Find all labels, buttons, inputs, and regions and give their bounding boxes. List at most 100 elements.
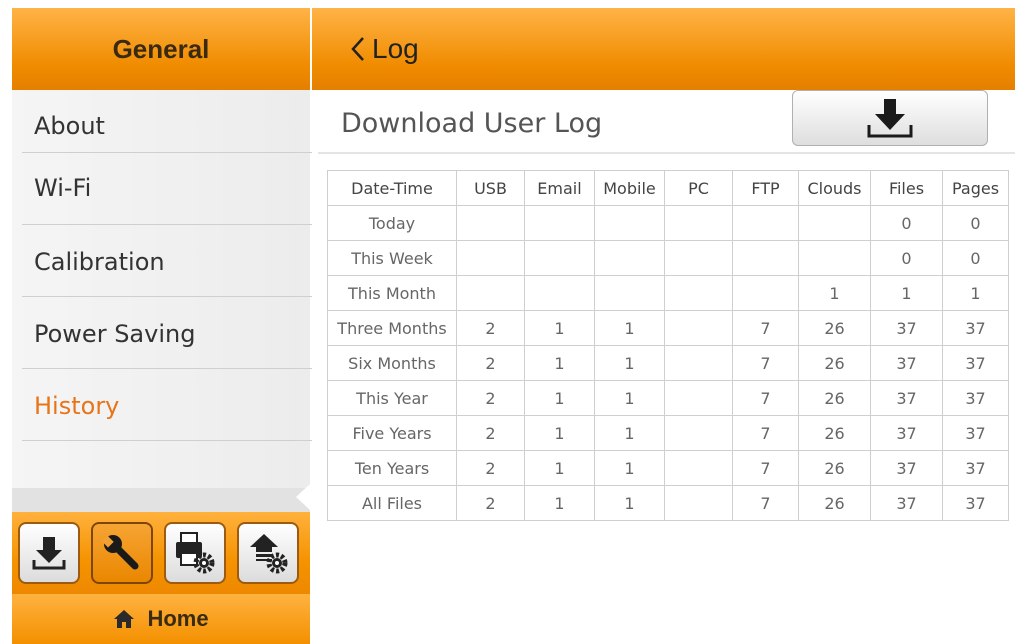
table-header-row: Date-Time USB Email Mobile PC FTP Clouds… xyxy=(327,170,1009,206)
table-row: This Year 2 1 1 7 26 37 37 xyxy=(327,380,1009,416)
count-cell: 37 xyxy=(870,310,943,346)
period-cell: All Files xyxy=(327,485,457,521)
wrench-icon xyxy=(101,535,139,570)
printer-settings-icon xyxy=(176,532,215,574)
count-cell: 26 xyxy=(798,310,871,346)
count-cell: 1 xyxy=(524,485,595,521)
general-header: General xyxy=(12,8,310,90)
count-cell: 26 xyxy=(798,380,871,416)
count-cell: 2 xyxy=(456,485,525,521)
period-cell: Today xyxy=(327,205,457,241)
download-log-button[interactable] xyxy=(792,90,988,146)
sidebar-item-power-saving[interactable]: Power Saving xyxy=(12,298,310,370)
count-cell: 2 xyxy=(456,450,525,486)
toolbar-tools-button[interactable] xyxy=(91,522,153,584)
period-cell: Six Months xyxy=(327,345,457,381)
column-header: USB xyxy=(456,170,525,206)
download-icon xyxy=(32,537,66,570)
count-cell: 7 xyxy=(732,310,799,346)
count-cell xyxy=(664,415,733,451)
back-button[interactable]: Log xyxy=(350,33,419,65)
table-row: Three Months 2 1 1 7 26 37 37 xyxy=(327,310,1009,346)
count-cell xyxy=(732,275,799,311)
count-cell: 1 xyxy=(798,275,871,311)
period-cell: This Week xyxy=(327,240,457,276)
count-cell xyxy=(664,205,733,241)
count-cell xyxy=(664,310,733,346)
count-cell: 7 xyxy=(732,345,799,381)
count-cell: 1 xyxy=(942,275,1009,311)
period-cell: Three Months xyxy=(327,310,457,346)
sidebar-item-calibration[interactable]: Calibration xyxy=(12,226,310,298)
count-cell xyxy=(664,485,733,521)
count-cell: 1 xyxy=(870,275,943,311)
column-header: PC xyxy=(664,170,733,206)
count-cell: 0 xyxy=(942,205,1009,241)
count-cell: 0 xyxy=(870,205,943,241)
chevron-left-icon xyxy=(351,37,364,61)
count-cell xyxy=(664,345,733,381)
count-cell xyxy=(732,240,799,276)
home-button[interactable]: Home xyxy=(12,594,310,644)
count-cell: 26 xyxy=(798,485,871,521)
sidebar-item-wifi[interactable]: Wi-Fi xyxy=(12,152,310,224)
table-row: Ten Years 2 1 1 7 26 37 37 xyxy=(327,450,1009,486)
column-header: Date-Time xyxy=(327,170,457,206)
section-title: Download User Log xyxy=(341,107,603,139)
sidebar-item-label: Power Saving xyxy=(34,320,196,348)
count-cell: 37 xyxy=(942,345,1009,381)
log-table-body: Today 0 0 This Week 0 0 This Month 1 1 1 Three Mon… xyxy=(327,205,1009,521)
count-cell: 0 xyxy=(942,240,1009,276)
table-row: Today 0 0 xyxy=(327,205,1009,241)
count-cell: 2 xyxy=(456,415,525,451)
count-cell: 1 xyxy=(594,380,665,416)
column-header: FTP xyxy=(732,170,799,206)
download-icon xyxy=(867,99,913,138)
count-cell: 1 xyxy=(524,415,595,451)
table-row: Six Months 2 1 1 7 26 37 37 xyxy=(327,345,1009,381)
count-cell xyxy=(456,275,525,311)
general-title: General xyxy=(112,33,210,64)
count-cell: 37 xyxy=(870,450,943,486)
count-cell: 1 xyxy=(524,450,595,486)
page-title: Log xyxy=(372,33,419,64)
count-cell: 37 xyxy=(942,450,1009,486)
sidebar-item-history[interactable]: History xyxy=(12,370,310,442)
period-cell: This Month xyxy=(327,275,457,311)
divider xyxy=(22,440,312,441)
sidebar-item-label: About xyxy=(34,112,105,140)
period-cell: Ten Years xyxy=(327,450,457,486)
count-cell xyxy=(456,205,525,241)
table-row: This Month 1 1 1 xyxy=(327,275,1009,311)
count-cell xyxy=(664,450,733,486)
sidebar-item-label: Calibration xyxy=(34,248,165,276)
toolbar-upload-settings-button[interactable] xyxy=(237,522,299,584)
column-header: Email xyxy=(524,170,595,206)
count-cell xyxy=(594,205,665,241)
toolbar-download-button[interactable] xyxy=(18,522,80,584)
upload-settings-icon xyxy=(250,534,288,574)
count-cell xyxy=(798,240,871,276)
sidebar-item-label: Wi-Fi xyxy=(34,174,92,202)
count-cell: 37 xyxy=(942,380,1009,416)
count-cell: 1 xyxy=(524,345,595,381)
period-cell: Five Years xyxy=(327,415,457,451)
count-cell xyxy=(664,275,733,311)
count-cell: 26 xyxy=(798,415,871,451)
count-cell: 37 xyxy=(870,485,943,521)
period-cell: This Year xyxy=(327,380,457,416)
count-cell: 26 xyxy=(798,450,871,486)
count-cell xyxy=(594,275,665,311)
toolbar-printer-settings-button[interactable] xyxy=(164,522,226,584)
count-cell: 37 xyxy=(942,415,1009,451)
column-header: Mobile xyxy=(594,170,665,206)
active-item-pointer xyxy=(296,484,310,510)
table-row: All Files 2 1 1 7 26 37 37 xyxy=(327,485,1009,521)
log-table: Date-Time USB Email Mobile PC FTP Clouds… xyxy=(327,170,1009,521)
count-cell xyxy=(456,240,525,276)
count-cell xyxy=(594,240,665,276)
count-cell xyxy=(798,205,871,241)
sidebar-footer-shade xyxy=(12,488,310,512)
log-header: Log xyxy=(312,8,1015,90)
count-cell: 7 xyxy=(732,485,799,521)
